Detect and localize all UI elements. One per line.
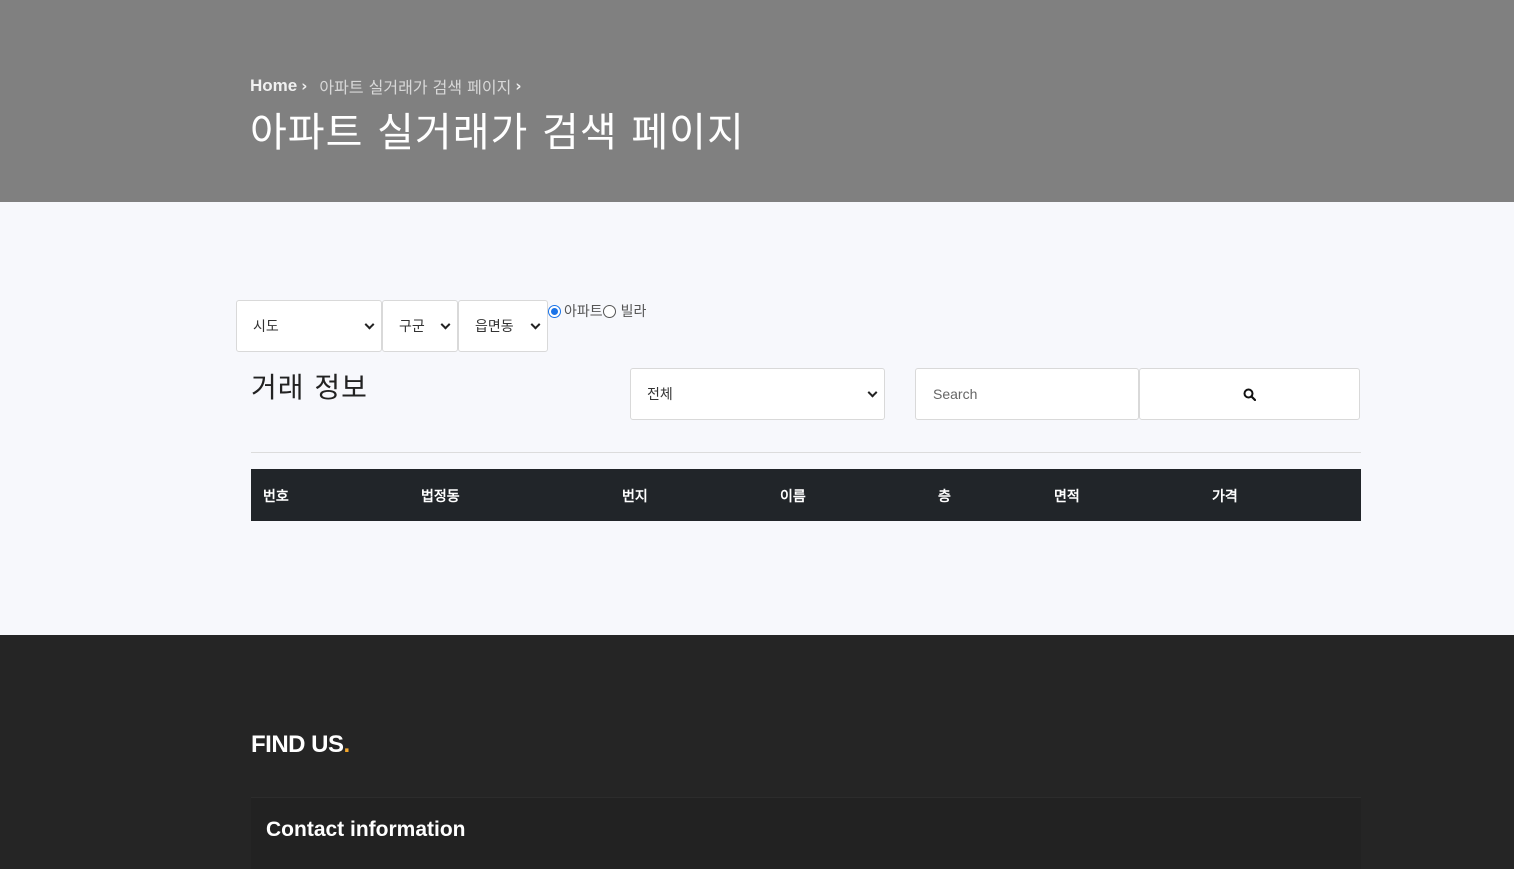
table-header-row: 번호 법정동 번지 이름 층 면적 가격: [251, 469, 1361, 521]
category-select-value: 전체: [647, 387, 673, 403]
page-header: Home › 아파트 실거래가 검색 페이지 › 아파트 실거래가 검색 페이지: [0, 0, 1514, 202]
column-header-legal-dong: 법정동: [421, 489, 460, 505]
footer: FIND US. Contact information: [0, 635, 1514, 869]
column-header-area: 면적: [1054, 489, 1080, 505]
chevron-right-icon: ›: [515, 77, 522, 95]
chevron-down-icon: [530, 319, 541, 330]
search-button[interactable]: [1139, 368, 1360, 420]
divider: [251, 452, 1361, 453]
gugun-select-value: 구군: [399, 319, 425, 335]
radio-villa[interactable]: [602, 304, 616, 318]
transactions-title: 거래 정보: [251, 371, 368, 404]
sido-select-value: 시도: [253, 319, 279, 335]
search-input[interactable]: [915, 368, 1139, 420]
breadcrumb: Home › 아파트 실거래가 검색 페이지 ›: [250, 74, 534, 98]
radio-villa-label: 빌라: [620, 304, 647, 320]
gugun-select[interactable]: 구군: [382, 300, 458, 352]
chevron-right-icon: ›: [301, 77, 308, 95]
dong-select-value: 읍면동: [475, 319, 514, 335]
chevron-down-icon: [364, 319, 375, 330]
column-header-floor: 층: [938, 489, 951, 505]
breadcrumb-home-link[interactable]: Home: [250, 76, 297, 96]
radio-apartment-label: 아파트: [564, 304, 603, 320]
column-header-number: 번호: [263, 489, 289, 505]
column-header-price: 가격: [1212, 489, 1238, 505]
footer-heading-accent-dot: .: [343, 731, 351, 758]
chevron-down-icon: [440, 319, 451, 330]
breadcrumb-current: 아파트 실거래가 검색 페이지: [319, 78, 512, 97]
category-select[interactable]: 전체: [630, 368, 885, 420]
sido-select[interactable]: 시도: [236, 300, 382, 352]
chevron-down-icon: [867, 387, 878, 398]
footer-heading-text: FIND US: [251, 731, 344, 758]
contact-information-section: Contact information: [251, 797, 1361, 869]
page-title: 아파트 실거래가 검색 페이지: [250, 110, 745, 156]
column-header-lot-number: 번지: [622, 489, 648, 505]
dong-select[interactable]: 읍면동: [458, 300, 548, 352]
footer-heading: FIND US.: [251, 731, 350, 759]
contact-information-title: Contact information: [266, 818, 466, 841]
column-header-name: 이름: [780, 489, 806, 505]
house-type-radio-group: 아파트 빌라: [548, 301, 646, 321]
search-icon: [1243, 388, 1256, 401]
radio-apartment[interactable]: [548, 304, 561, 318]
